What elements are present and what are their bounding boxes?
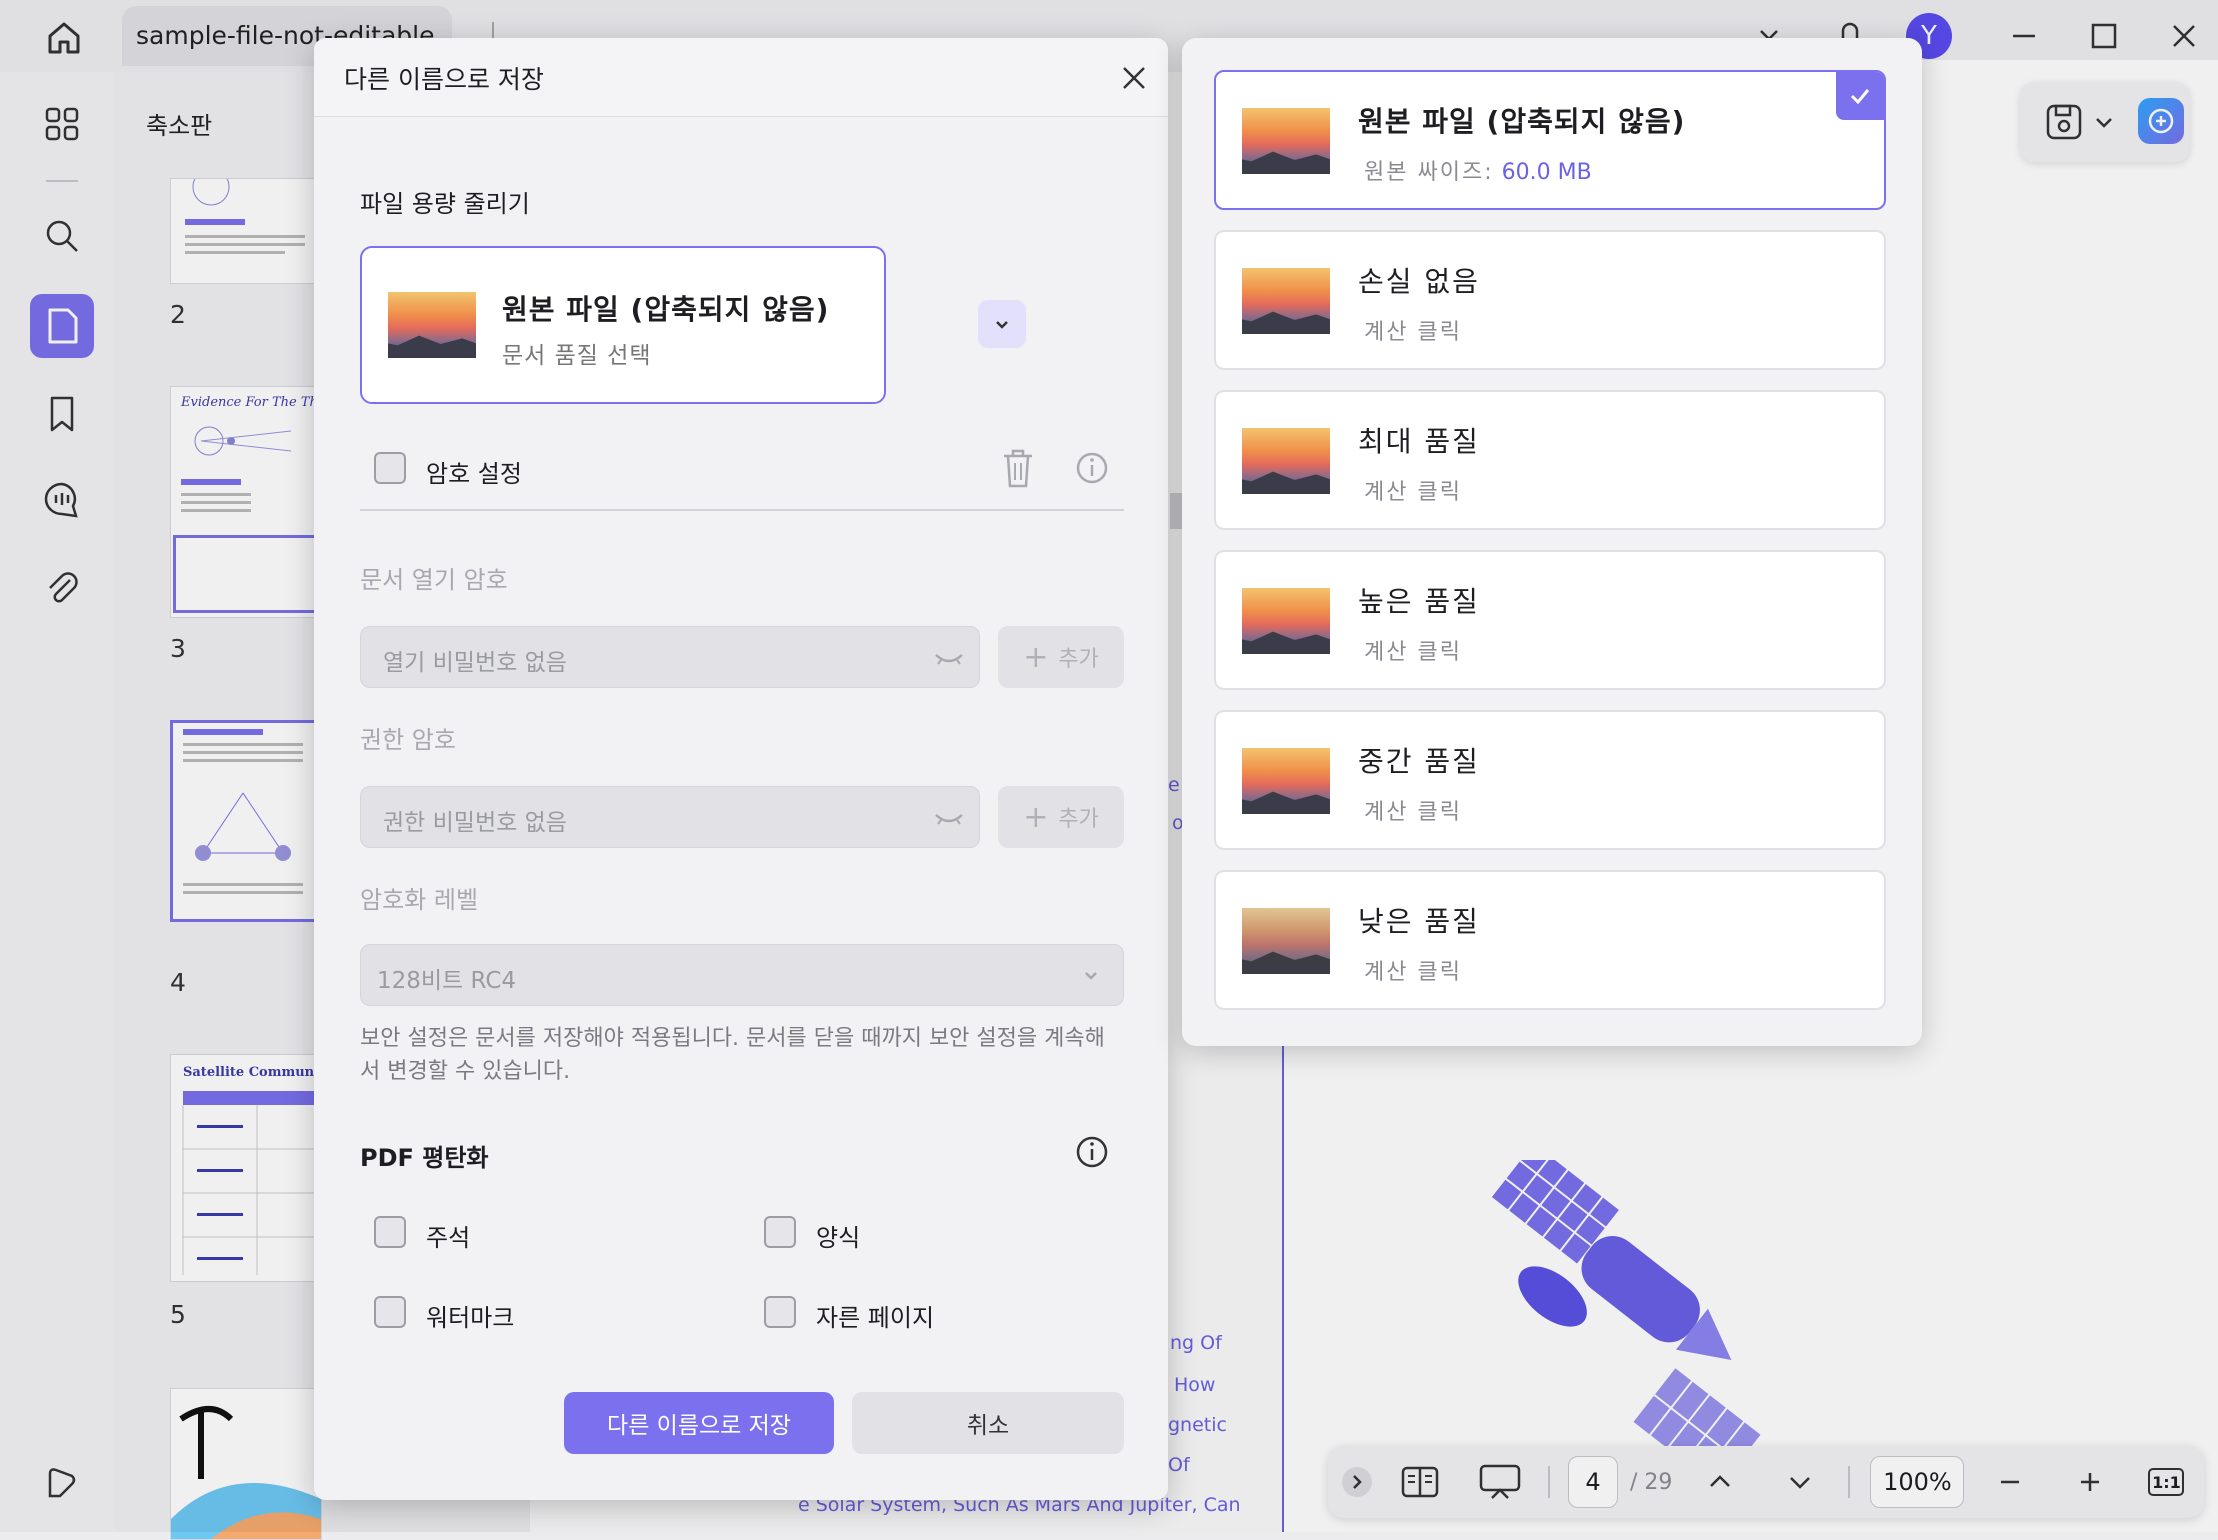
option-name: 손실 없음 xyxy=(1358,265,1480,298)
trash-icon[interactable] xyxy=(998,446,1038,490)
option-calc-label: 계산 클릭 xyxy=(1364,480,1462,505)
landscape-thumbnail xyxy=(1242,908,1330,974)
landscape-thumbnail xyxy=(1242,108,1330,174)
option-size: 원본 싸이즈: 60.0 MB xyxy=(1364,154,1592,186)
option-name: 높은 품질 xyxy=(1358,585,1480,618)
option-calc-label: 계산 클릭 xyxy=(1364,320,1462,345)
option-size-label: 원본 싸이즈: xyxy=(1364,160,1494,185)
open-password-placeholder: 열기 비밀번호 없음 xyxy=(383,650,567,676)
flatten-cropped-pages-label: 자른 페이지 xyxy=(816,1304,935,1332)
option-name: 최대 품질 xyxy=(1358,425,1480,458)
add-permission-password-label: 추가 xyxy=(1058,807,1099,832)
password-checkbox[interactable] xyxy=(374,452,406,484)
option-calc-label: 계산 클릭 xyxy=(1364,800,1462,825)
quality-select[interactable]: 원본 파일 (압축되지 않음) 문서 품질 선택 xyxy=(360,246,886,404)
security-note: 보안 설정은 문서를 저장해야 적용됩니다. 문서를 닫을 때까지 보안 설정을… xyxy=(360,1026,1105,1084)
divider xyxy=(360,509,1124,511)
option-size-value: 60.0 MB xyxy=(1501,160,1592,185)
open-password-label: 문서 열기 암호 xyxy=(360,566,508,594)
flatten-forms-checkbox[interactable] xyxy=(764,1216,796,1248)
quality-option-maximum[interactable]: 최대 품질 계산 클릭 xyxy=(1214,390,1886,530)
add-open-password-label: 추가 xyxy=(1058,647,1099,672)
quality-select-value: 원본 파일 (압축되지 않음) xyxy=(502,293,830,326)
add-open-password-button[interactable]: + 추가 xyxy=(998,626,1124,688)
permission-password-field[interactable]: 권한 비밀번호 없음 xyxy=(360,786,980,848)
info-icon[interactable] xyxy=(1074,450,1110,486)
open-password-field[interactable]: 열기 비밀번호 없음 xyxy=(360,626,980,688)
reduce-size-title: 파일 용량 줄리기 xyxy=(360,190,530,218)
cancel-button[interactable]: 취소 xyxy=(852,1392,1124,1454)
flatten-watermark-checkbox[interactable] xyxy=(374,1296,406,1328)
eye-closed-icon[interactable] xyxy=(933,805,965,831)
dialog-title: 다른 이름으로 저장 xyxy=(344,65,544,94)
eye-closed-icon[interactable] xyxy=(933,645,965,671)
landscape-thumbnail xyxy=(1242,588,1330,654)
permission-password-label: 권한 암호 xyxy=(360,726,456,754)
save-as-button[interactable]: 다른 이름으로 저장 xyxy=(564,1392,834,1454)
quality-dropdown: 원본 파일 (압축되지 않음) 원본 싸이즈: 60.0 MB 손실 없음 계산 … xyxy=(1182,38,1922,1046)
option-calc-label: 계산 클릭 xyxy=(1364,960,1462,985)
flatten-forms-label: 양식 xyxy=(816,1224,861,1252)
flatten-cropped-pages-checkbox[interactable] xyxy=(764,1296,796,1328)
quality-select-hint: 문서 품질 선택 xyxy=(502,343,652,369)
encryption-level-select[interactable]: 128비트 RC4 xyxy=(360,944,1124,1006)
save-as-dialog: 다른 이름으로 저장 파일 용량 줄리기 원본 파일 (압축되지 않음) 문서 … xyxy=(314,38,1168,1500)
quality-option-high[interactable]: 높은 품질 계산 클릭 xyxy=(1214,550,1886,690)
option-calc-label: 계산 클릭 xyxy=(1364,640,1462,665)
quality-option-low[interactable]: 낮은 품질 계산 클릭 xyxy=(1214,870,1886,1010)
chevron-down-icon[interactable] xyxy=(978,300,1026,348)
encryption-level-label: 암호화 레벨 xyxy=(360,886,479,914)
quality-option-lossless[interactable]: 손실 없음 계산 클릭 xyxy=(1214,230,1886,370)
plus-icon: + xyxy=(1023,799,1049,835)
quality-option-original[interactable]: 원본 파일 (압축되지 않음) 원본 싸이즈: 60.0 MB xyxy=(1214,70,1886,210)
encryption-level-value: 128비트 RC4 xyxy=(377,968,517,994)
flatten-watermark-label: 워터마크 xyxy=(426,1304,515,1332)
landscape-thumbnail xyxy=(1242,748,1330,814)
permission-password-placeholder: 권한 비밀번호 없음 xyxy=(383,810,567,836)
option-name: 중간 품질 xyxy=(1358,745,1480,778)
quality-option-medium[interactable]: 중간 품질 계산 클릭 xyxy=(1214,710,1886,850)
option-name: 낮은 품질 xyxy=(1358,905,1480,938)
password-checkbox-label: 암호 설정 xyxy=(426,460,522,488)
chevron-down-icon xyxy=(1079,963,1103,987)
landscape-thumbnail xyxy=(388,292,476,358)
plus-icon: + xyxy=(1023,639,1049,675)
close-icon[interactable] xyxy=(1114,58,1154,98)
landscape-thumbnail xyxy=(1242,268,1330,334)
check-icon xyxy=(1836,72,1884,120)
info-icon[interactable] xyxy=(1074,1134,1110,1170)
landscape-thumbnail xyxy=(1242,428,1330,494)
option-name: 원본 파일 (압축되지 않음) xyxy=(1358,105,1686,138)
flatten-annotations-label: 주석 xyxy=(426,1224,471,1252)
flatten-title: PDF 평탄화 xyxy=(360,1144,489,1172)
add-permission-password-button[interactable]: + 추가 xyxy=(998,786,1124,848)
flatten-annotations-checkbox[interactable] xyxy=(374,1216,406,1248)
